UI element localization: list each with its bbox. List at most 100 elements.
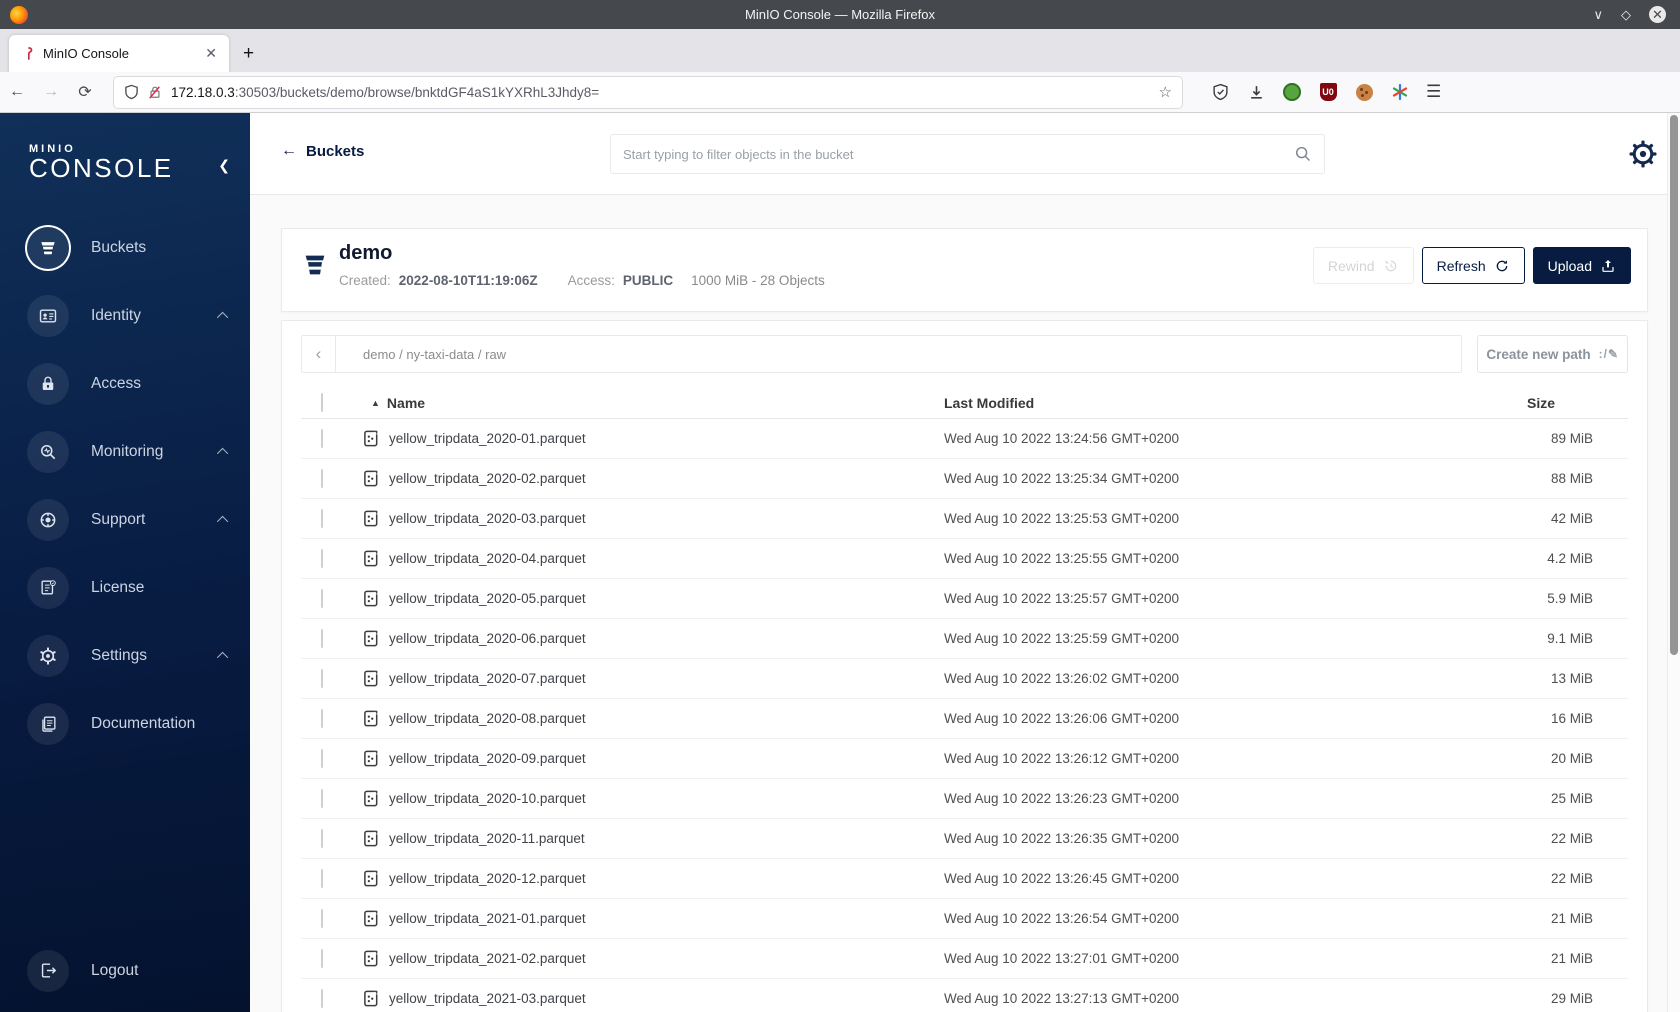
- object-name-cell[interactable]: yellow_tripdata_2020-06.parquet: [351, 630, 944, 647]
- tracking-protection-shield-icon[interactable]: [124, 84, 139, 100]
- parquet-file-icon: [364, 590, 378, 607]
- object-modified-cell: Wed Aug 10 2022 13:26:06 GMT+0200: [944, 711, 1180, 726]
- browser-tab-minio-console[interactable]: MinIO Console ✕: [9, 35, 229, 72]
- sidebar-item-buckets[interactable]: Buckets: [0, 226, 250, 269]
- sidebar-item-access[interactable]: Access: [0, 362, 250, 405]
- row-checkbox[interactable]: [321, 708, 323, 728]
- bucket-meta: Created: 2022-08-10T11:19:06Z Access: PU…: [339, 273, 825, 288]
- bucket-icon: [27, 226, 69, 269]
- window-maximize-button[interactable]: ◇: [1621, 8, 1631, 21]
- object-size-cell: 5.9 MiB: [1547, 591, 1593, 606]
- object-name-cell[interactable]: yellow_tripdata_2020-11.parquet: [351, 830, 944, 847]
- row-checkbox[interactable]: [321, 628, 323, 648]
- parquet-file-icon: [364, 790, 378, 807]
- column-header-name[interactable]: ▲ Name: [351, 395, 944, 411]
- chevron-up-icon: [216, 311, 229, 323]
- extension-green-icon[interactable]: [1282, 82, 1302, 102]
- object-name-cell[interactable]: yellow_tripdata_2020-08.parquet: [351, 710, 944, 727]
- object-browser-card: ‹ demo / ny-taxi-data / raw Create new p…: [281, 320, 1648, 1012]
- refresh-button[interactable]: Refresh: [1421, 247, 1525, 284]
- back-button[interactable]: ←: [0, 83, 34, 101]
- parquet-file-icon: [364, 990, 378, 1007]
- row-checkbox[interactable]: [321, 668, 323, 688]
- sidebar-item-identity[interactable]: Identity: [0, 294, 250, 337]
- row-checkbox[interactable]: [321, 908, 323, 928]
- object-filter-searchbox[interactable]: [610, 134, 1325, 174]
- settings-gear-icon[interactable]: [1628, 139, 1658, 169]
- object-name-cell[interactable]: yellow_tripdata_2020-09.parquet: [351, 750, 944, 767]
- protections-shield-icon[interactable]: [1210, 82, 1230, 102]
- row-checkbox[interactable]: [321, 428, 323, 448]
- object-name-cell[interactable]: yellow_tripdata_2020-03.parquet: [351, 510, 944, 527]
- table-row: yellow_tripdata_2020-02.parquet Wed Aug …: [301, 459, 1628, 499]
- column-header-size[interactable]: Size: [1470, 395, 1630, 411]
- object-name-cell[interactable]: yellow_tripdata_2020-01.parquet: [351, 430, 944, 447]
- minio-flamingo-favicon: [27, 46, 33, 60]
- bookmark-star-icon[interactable]: ☆: [1159, 83, 1172, 101]
- sidebar-item-settings[interactable]: Settings: [0, 634, 250, 677]
- column-header-modified[interactable]: Last Modified: [944, 395, 1470, 411]
- window-close-button[interactable]: ✕: [1649, 6, 1666, 23]
- menu-hamburger-icon[interactable]: ☰: [1426, 82, 1441, 102]
- forward-button[interactable]: →: [34, 83, 68, 101]
- search-icon: [1295, 146, 1310, 161]
- select-all-checkbox[interactable]: [321, 392, 323, 412]
- window-minimize-button[interactable]: ∨: [1593, 8, 1603, 21]
- upload-icon: [1602, 259, 1614, 272]
- scrollbar-thumb[interactable]: [1670, 115, 1678, 655]
- browser-toolbar: ← → ⟳ 172.18.0.3:30503/buckets/demo/brow…: [0, 72, 1680, 113]
- sidebar-item-documentation[interactable]: Documentation: [0, 702, 250, 745]
- sidebar-item-support[interactable]: Support: [0, 498, 250, 541]
- object-modified-cell: Wed Aug 10 2022 13:26:54 GMT+0200: [944, 911, 1180, 926]
- row-checkbox[interactable]: [321, 588, 323, 608]
- breadcrumb-path[interactable]: demo / ny-taxi-data / raw: [336, 336, 506, 372]
- object-name-cell[interactable]: yellow_tripdata_2021-03.parquet: [351, 990, 944, 1007]
- object-name-cell[interactable]: yellow_tripdata_2021-01.parquet: [351, 910, 944, 927]
- sidebar-collapse-icon[interactable]: ❮: [218, 157, 230, 174]
- created-value: 2022-08-10T11:19:06Z: [398, 273, 538, 288]
- rewind-button[interactable]: Rewind: [1312, 247, 1414, 284]
- sidebar-item-monitoring[interactable]: Monitoring: [0, 430, 250, 473]
- tab-close-icon[interactable]: ✕: [201, 45, 221, 62]
- row-checkbox[interactable]: [321, 828, 323, 848]
- main-content: ← Buckets demo: [250, 113, 1680, 1012]
- object-name-cell[interactable]: yellow_tripdata_2020-12.parquet: [351, 870, 944, 887]
- downloads-icon[interactable]: [1246, 82, 1266, 102]
- breadcrumb: ‹ demo / ny-taxi-data / raw: [301, 335, 1463, 373]
- back-to-buckets-link[interactable]: ← Buckets: [281, 142, 364, 160]
- object-name-cell[interactable]: yellow_tripdata_2020-10.parquet: [351, 790, 944, 807]
- page-header: ← Buckets: [250, 113, 1680, 195]
- parquet-file-icon: [364, 470, 378, 487]
- new-tab-button[interactable]: +: [243, 43, 254, 65]
- row-checkbox[interactable]: [321, 868, 323, 888]
- object-name-cell[interactable]: yellow_tripdata_2021-02.parquet: [351, 950, 944, 967]
- reload-button[interactable]: ⟳: [68, 82, 102, 102]
- object-size-cell: 25 MiB: [1550, 791, 1593, 806]
- sidebar-item-logout[interactable]: Logout: [0, 949, 250, 992]
- object-name-cell[interactable]: yellow_tripdata_2020-07.parquet: [351, 670, 944, 687]
- object-name-cell[interactable]: yellow_tripdata_2020-02.parquet: [351, 470, 944, 487]
- row-checkbox[interactable]: [321, 468, 323, 488]
- extension-asterisk-icon[interactable]: [1390, 82, 1410, 102]
- url-bar[interactable]: 172.18.0.3:30503/buckets/demo/browse/bnk…: [114, 76, 1182, 108]
- upload-button[interactable]: Upload: [1532, 247, 1631, 284]
- insecure-lock-icon[interactable]: [148, 84, 162, 100]
- row-checkbox[interactable]: [321, 548, 323, 568]
- page-scrollbar[interactable]: [1667, 113, 1680, 1012]
- sidebar-item-license[interactable]: License: [0, 566, 250, 609]
- object-name-cell[interactable]: yellow_tripdata_2020-05.parquet: [351, 590, 944, 607]
- table-row: yellow_tripdata_2020-05.parquet Wed Aug …: [301, 579, 1628, 619]
- row-checkbox[interactable]: [321, 508, 323, 528]
- create-new-path-button[interactable]: Create new path :/✎: [1477, 335, 1628, 373]
- row-checkbox[interactable]: [321, 988, 323, 1008]
- path-back-chevron-icon[interactable]: ‹: [302, 336, 336, 372]
- row-checkbox[interactable]: [321, 948, 323, 968]
- row-checkbox[interactable]: [321, 748, 323, 768]
- table-row: yellow_tripdata_2020-10.parquet Wed Aug …: [301, 779, 1628, 819]
- chevron-up-icon: [216, 651, 229, 663]
- search-input[interactable]: [623, 146, 1294, 162]
- cookie-extension-icon[interactable]: [1354, 82, 1374, 102]
- ublock-origin-icon[interactable]: U0: [1318, 82, 1338, 102]
- object-name-cell[interactable]: yellow_tripdata_2020-04.parquet: [351, 550, 944, 567]
- row-checkbox[interactable]: [321, 788, 323, 808]
